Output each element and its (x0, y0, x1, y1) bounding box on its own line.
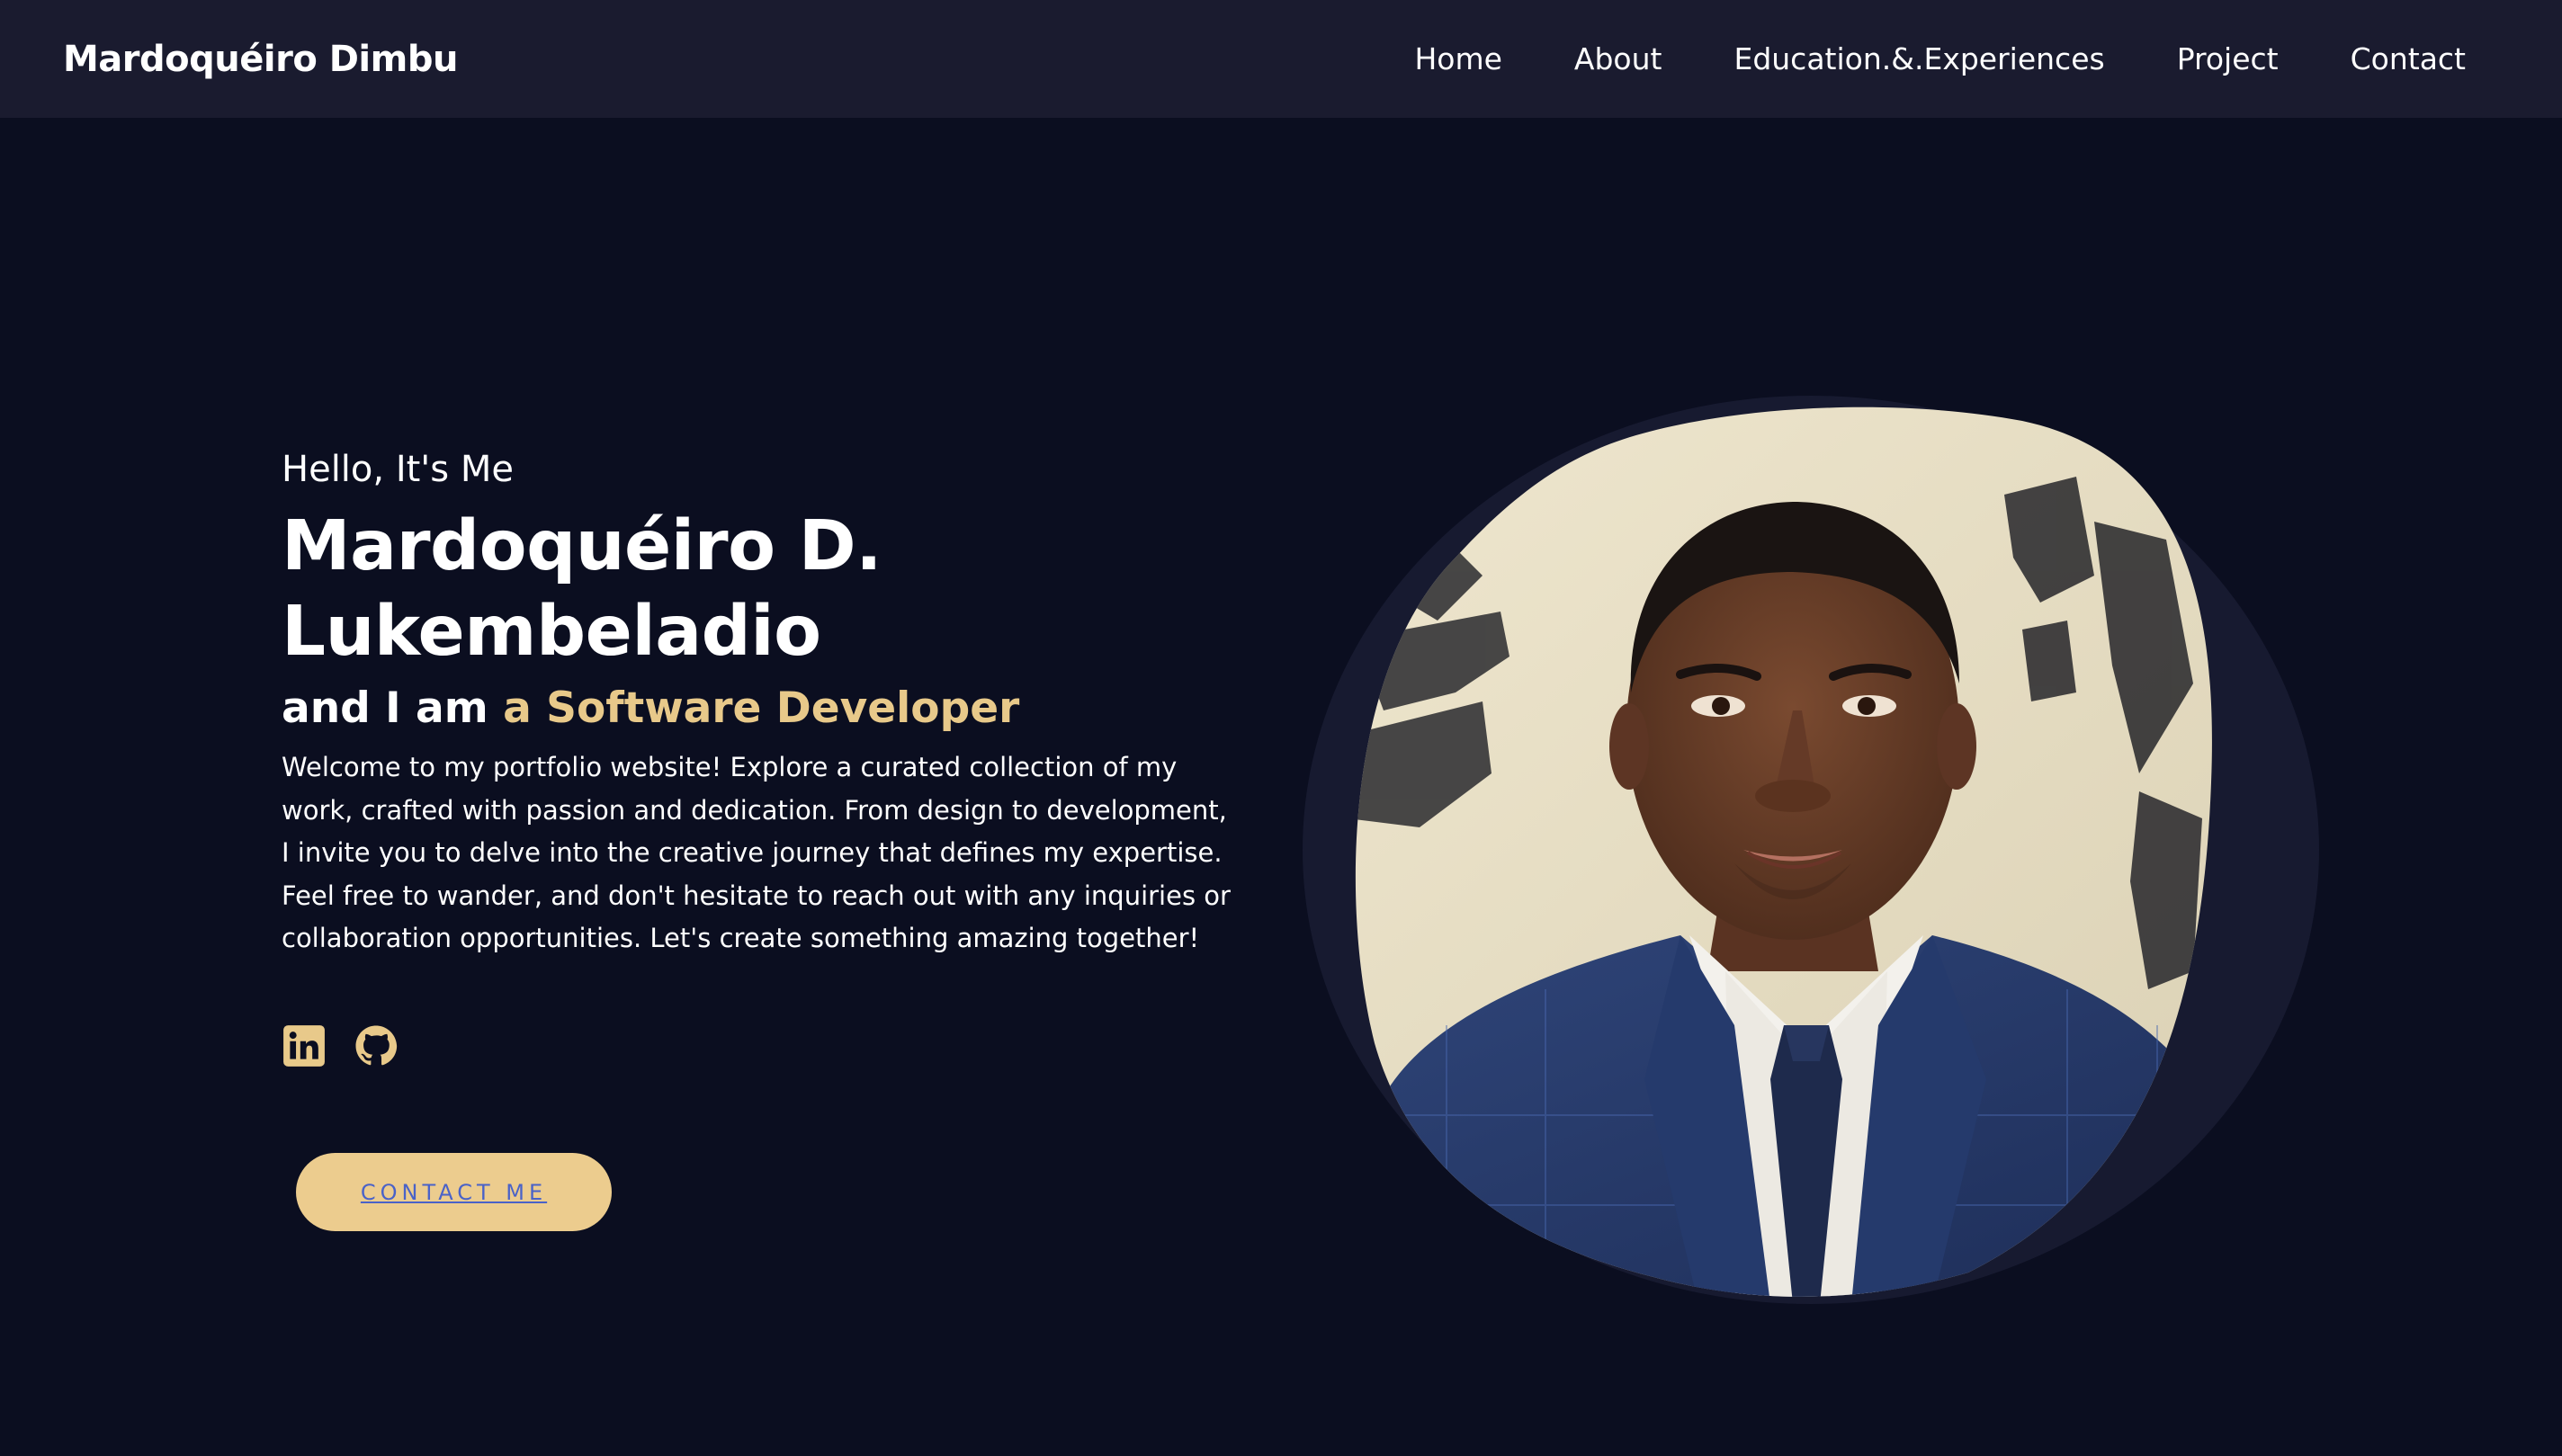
hero-intro: Welcome to my portfolio website! Explore… (282, 752, 1231, 953)
navbar: Mardoquéiro Dimbu Home About Education.&… (0, 0, 2562, 118)
contact-me-button[interactable]: Contact Me (296, 1153, 612, 1231)
nav-link-home[interactable]: Home (1414, 36, 1501, 83)
linkedin-icon[interactable] (282, 1023, 327, 1068)
nav-link-contact[interactable]: Contact (2351, 36, 2466, 83)
hero-text: Hello, It's Me Mardoquéiro D. Lukembelad… (282, 441, 1235, 960)
nav-link-education-experiences[interactable]: Education.&.Experiences (1733, 36, 2104, 83)
hero-role-highlight: a Software Developer (503, 683, 1020, 733)
github-icon[interactable] (354, 1023, 399, 1068)
hero-name: Mardoquéiro D. Lukembeladio (282, 504, 1235, 674)
hero-role-prefix: and I am (282, 683, 504, 733)
profile-photo (1355, 406, 2212, 1297)
nav-link-project[interactable]: Project (2177, 36, 2279, 83)
hero-name-line2: Lukembeladio (282, 592, 821, 672)
hero-role: and I am a Software Developer (282, 680, 1235, 737)
hero-name-line1: Mardoquéiro D. (282, 506, 882, 586)
nav-menu: Home About Education.&.Experiences Proje… (1414, 36, 2466, 83)
hero-greeting: Hello, It's Me (282, 449, 514, 490)
page: Mardoquéiro Dimbu Home About Education.&… (0, 0, 2562, 1456)
brand-logo[interactable]: Mardoquéiro Dimbu (63, 36, 458, 83)
nav-link-about[interactable]: About (1574, 36, 1662, 83)
social-links (282, 1023, 399, 1068)
portrait (1303, 396, 2319, 1304)
